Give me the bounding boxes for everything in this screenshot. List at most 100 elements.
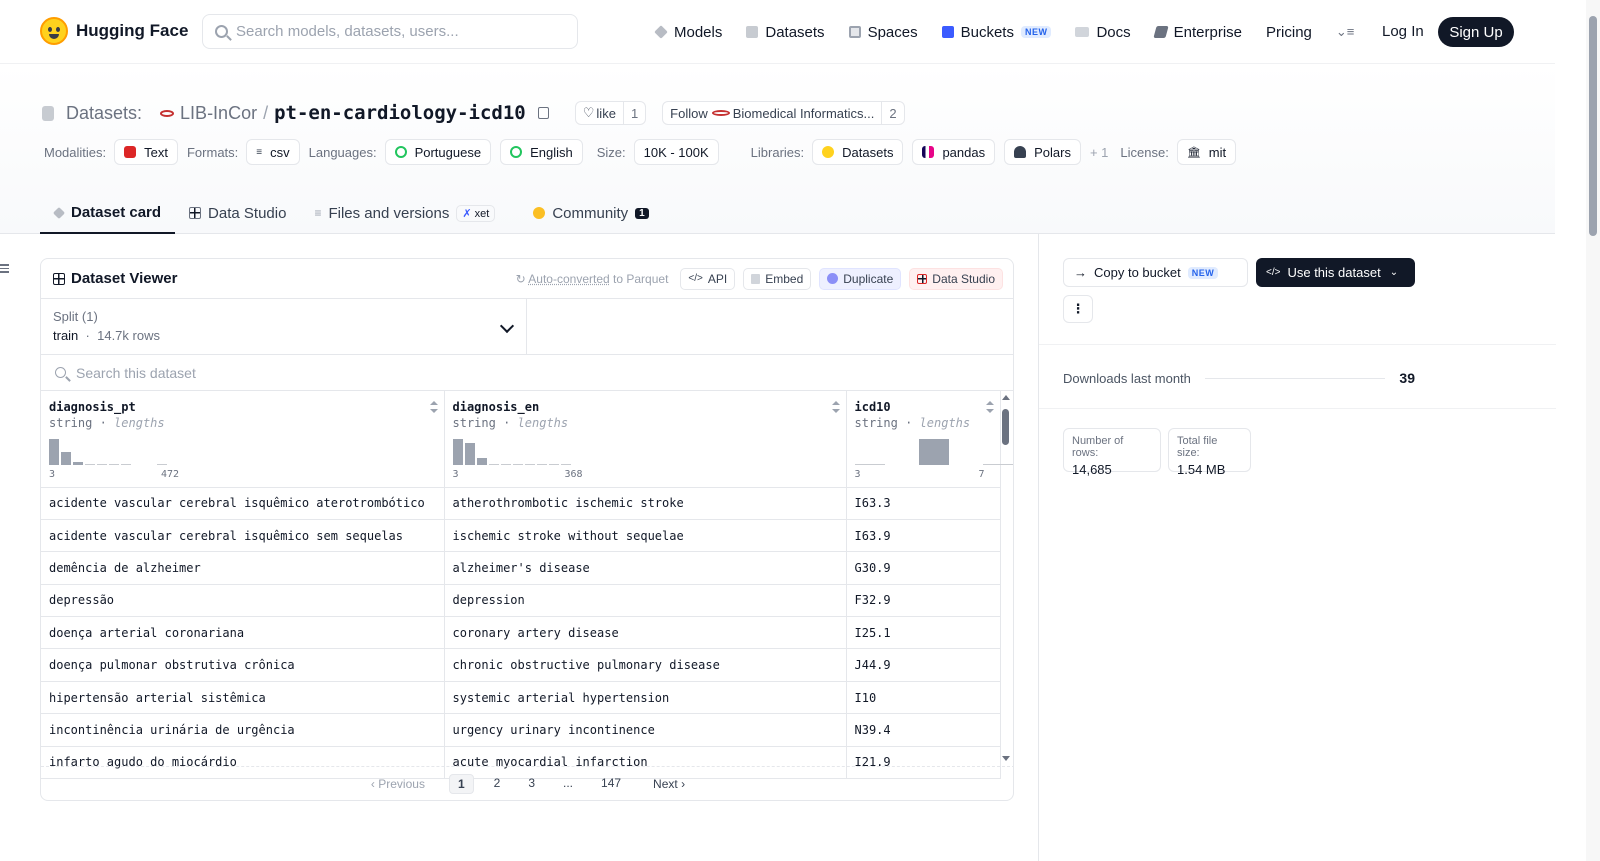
login-link[interactable]: Log In: [1382, 23, 1424, 40]
table-cell[interactable]: acidente vascular cerebral isquêmico sem…: [41, 519, 445, 553]
repo-name[interactable]: pt-en-cardiology-icd10: [274, 102, 526, 124]
page-button[interactable]: 3: [520, 774, 543, 794]
copy-to-bucket-button[interactable]: → Copy to bucket NEW: [1063, 258, 1248, 287]
table-row[interactable]: acidente vascular cerebral isquêmico sem…: [41, 519, 1001, 553]
table-cell[interactable]: J44.9: [846, 648, 1001, 682]
dataset-search-input[interactable]: Search this dataset: [41, 355, 1013, 391]
libraries-more[interactable]: + 1: [1090, 145, 1108, 160]
tag-english[interactable]: English: [500, 139, 583, 165]
tab-community[interactable]: Community 1: [509, 193, 662, 233]
histogram-bar[interactable]: [157, 464, 167, 465]
tag-datasets-lib[interactable]: Datasets: [812, 139, 904, 165]
table-cell[interactable]: acidente vascular cerebral isquêmico ate…: [41, 487, 445, 520]
table-row[interactable]: hipertensão arterial sistêmica systemic a…: [41, 681, 1001, 715]
histogram-bar[interactable]: [548, 464, 559, 465]
table-cell[interactable]: I10: [846, 681, 1001, 715]
data-studio-button[interactable]: Data Studio: [909, 267, 1003, 290]
tag-license[interactable]: 🏛 mit: [1176, 139, 1237, 165]
table-cell[interactable]: hipertensão arterial sistêmica: [41, 681, 445, 715]
tag-pandas[interactable]: pandas: [912, 139, 996, 165]
table-cell[interactable]: depressão: [41, 584, 445, 618]
histogram-bar[interactable]: [464, 443, 475, 465]
table-cell[interactable]: N39.4: [846, 713, 1001, 747]
scrollbar-thumb[interactable]: [1002, 409, 1009, 445]
page-button[interactable]: 2: [486, 774, 509, 794]
page-button[interactable]: 1: [448, 773, 474, 794]
nav-datasets[interactable]: Datasets: [746, 24, 825, 41]
tab-dataset-card[interactable]: Dataset card: [40, 193, 176, 234]
sort-icon[interactable]: [429, 401, 438, 413]
auto-converted-note[interactable]: ↻ Auto-converted to Parquet: [516, 272, 669, 286]
table-cell[interactable]: G30.9: [846, 551, 1001, 585]
tag-text[interactable]: Text: [114, 139, 178, 165]
breadcrumb-datasets[interactable]: Datasets:: [66, 103, 142, 124]
nav-models[interactable]: Models: [654, 24, 722, 41]
scroll-up-icon[interactable]: [1002, 395, 1010, 400]
tab-files[interactable]: ≡ Files and versions ✗ xet: [300, 193, 509, 233]
sort-icon[interactable]: [985, 401, 994, 413]
use-dataset-button[interactable]: </> Use this dataset ⌄: [1256, 258, 1415, 287]
table-row[interactable]: incontinência urinária de urgência urgenc…: [41, 713, 1001, 747]
table-cell[interactable]: I25.1: [846, 616, 1001, 650]
nav-pricing[interactable]: Pricing: [1266, 24, 1312, 41]
table-row[interactable]: acidente vascular cerebral isquêmico ate…: [41, 487, 1001, 520]
histogram-bar[interactable]: [536, 464, 547, 465]
table-cell[interactable]: systemic arterial hypertension: [444, 681, 847, 715]
table-cell[interactable]: doença arterial coronariana: [41, 616, 445, 650]
column-header[interactable]: diagnosis_en string · lengths 3 368: [444, 391, 847, 488]
tag-polars[interactable]: Polars: [1004, 139, 1081, 165]
table-cell[interactable]: urgency urinary incontinence: [444, 713, 847, 747]
table-cell[interactable]: I63.9: [846, 519, 1001, 553]
histogram-bar[interactable]: [73, 462, 83, 465]
logo-link[interactable]: Hugging Face: [40, 17, 188, 45]
table-cell[interactable]: I63.3: [846, 487, 1001, 520]
auto-converted-link[interactable]: Auto-converted: [528, 272, 609, 286]
histogram-bar[interactable]: [452, 439, 463, 465]
split-select[interactable]: Split (1) train · 14.7k rows: [41, 299, 527, 354]
page-scrollbar-thumb[interactable]: [1589, 16, 1597, 236]
histogram-bar[interactable]: [854, 464, 885, 465]
breadcrumb-org[interactable]: LIB-InCor: [180, 103, 257, 124]
table-scrollbar[interactable]: [1002, 395, 1010, 761]
copy-icon[interactable]: [537, 107, 549, 119]
scroll-down-icon[interactable]: [1002, 756, 1010, 761]
table-cell[interactable]: chronic obstructive pulmonary disease: [444, 648, 847, 682]
histogram-bar[interactable]: [61, 452, 71, 465]
next-page-button[interactable]: Next ›: [645, 775, 693, 793]
histogram-bar[interactable]: [85, 464, 95, 465]
api-button[interactable]: </> API: [680, 267, 736, 290]
table-cell[interactable]: doença pulmonar obstrutiva crônica: [41, 648, 445, 682]
nav-enterprise[interactable]: Enterprise: [1153, 24, 1242, 41]
table-row[interactable]: depressão depression F32.9: [41, 584, 1001, 618]
histogram-bar[interactable]: [512, 464, 523, 465]
nav-spaces[interactable]: Spaces: [848, 24, 918, 41]
column-header[interactable]: diagnosis_pt string · lengths 3 472: [41, 391, 445, 488]
sort-icon[interactable]: [831, 401, 840, 413]
histogram-bar[interactable]: [918, 439, 949, 465]
table-cell[interactable]: ischemic stroke without sequelae: [444, 519, 847, 553]
like-button[interactable]: ♡ like 1: [574, 101, 647, 125]
duplicate-button[interactable]: Duplicate: [819, 267, 902, 290]
more-options-button[interactable]: ⋮: [1063, 295, 1093, 323]
tab-data-studio[interactable]: Data Studio: [175, 193, 300, 233]
tag-portuguese[interactable]: Portuguese: [384, 139, 492, 165]
table-cell[interactable]: atherothrombotic ischemic stroke: [444, 487, 847, 520]
histogram-bar[interactable]: [109, 464, 119, 465]
histogram-bar[interactable]: [97, 464, 107, 465]
tag-size[interactable]: 10K - 100K: [633, 139, 719, 165]
table-row[interactable]: doença arterial coronariana coronary arte…: [41, 616, 1001, 650]
table-cell[interactable]: incontinência urinária de urgência: [41, 713, 445, 747]
previous-page-button[interactable]: ‹ Previous: [363, 775, 433, 793]
nav-buckets[interactable]: Buckets NEW: [941, 24, 1052, 41]
column-header[interactable]: icd10 string · lengths 37: [846, 391, 1013, 488]
histogram-bar[interactable]: [488, 464, 499, 465]
page-scrollbar[interactable]: [1586, 0, 1600, 861]
histogram-bar[interactable]: [560, 464, 571, 465]
table-cell[interactable]: coronary artery disease: [444, 616, 847, 650]
search-input[interactable]: Search models, datasets, users...: [202, 14, 578, 49]
table-cell[interactable]: depression: [444, 584, 847, 618]
histogram-bar[interactable]: [524, 464, 535, 465]
sidebar-toggle-icon[interactable]: [0, 264, 9, 273]
table-row[interactable]: doença pulmonar obstrutiva crônica chroni…: [41, 648, 1001, 682]
histogram-bar[interactable]: [476, 458, 487, 465]
